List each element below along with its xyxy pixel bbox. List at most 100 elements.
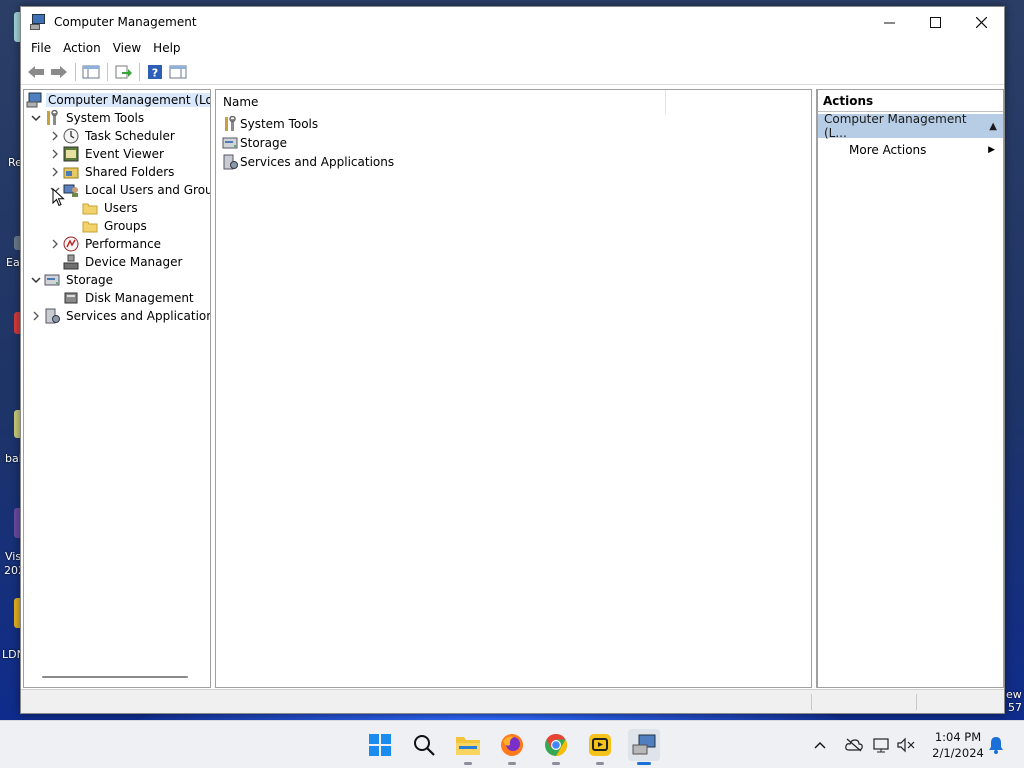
onedrive-button[interactable] [838, 738, 870, 752]
device-manager-icon [63, 254, 79, 270]
search-icon [414, 735, 435, 756]
ldplayer-button[interactable] [584, 729, 616, 765]
chevron-down-icon[interactable] [30, 271, 42, 289]
desktop-label: 57 [1008, 701, 1022, 714]
disk-management-icon [63, 290, 79, 306]
toolbar-separator [107, 62, 108, 81]
chevron-right-icon[interactable] [49, 163, 61, 181]
results-pane[interactable]: Name System Tools Storage Services and A… [215, 89, 812, 688]
tree-item-services-apps[interactable]: Services and Applications [30, 307, 211, 325]
tree-item-root[interactable]: Computer Management (Local [26, 91, 210, 109]
actions-pane: Actions Computer Management (L... ▲ More… [816, 89, 1004, 688]
folder-icon [82, 200, 98, 216]
close-button[interactable] [958, 7, 1004, 37]
title-bar[interactable]: Computer Management [21, 7, 1004, 37]
tree-label: Computer Management (Local [46, 93, 210, 107]
shared-folder-icon [63, 164, 79, 180]
mouse-cursor-icon [52, 188, 65, 207]
file-explorer-button[interactable] [452, 729, 484, 765]
horizontal-scrollbar[interactable] [42, 676, 188, 678]
more-actions-item[interactable]: More Actions ▶ [818, 138, 1003, 162]
computer-management-icon [632, 734, 656, 755]
help-button[interactable]: ? [144, 62, 166, 82]
tree-item-event-viewer[interactable]: Event Viewer [49, 145, 166, 163]
tree-item-shared-folders[interactable]: Shared Folders [49, 163, 176, 181]
desktop-label: ew [1006, 688, 1022, 701]
close-icon [975, 16, 987, 28]
console-tree[interactable]: Computer Management (Local System Tools … [23, 89, 211, 688]
maximize-button[interactable] [912, 7, 958, 37]
list-item-label: System Tools [240, 116, 319, 131]
chrome-button[interactable] [540, 729, 572, 765]
notifications-button[interactable] [988, 736, 1004, 757]
menu-help[interactable]: Help [147, 41, 186, 55]
status-divider [811, 694, 812, 710]
desktop-label: Vis [5, 550, 22, 563]
list-item[interactable]: Services and Applications [216, 152, 811, 171]
column-header-name[interactable]: Name [216, 90, 666, 114]
running-indicator [464, 762, 472, 765]
volume-button[interactable] [894, 737, 918, 753]
show-hide-action-pane-button[interactable] [167, 62, 189, 82]
running-indicator [596, 762, 604, 765]
computer-management-window: Computer Management File Action View Hel… [20, 6, 1005, 714]
help-icon: ? [148, 64, 162, 79]
window-title: Computer Management [54, 15, 197, 29]
minimize-button[interactable] [866, 7, 912, 37]
tree-item-disk-management[interactable]: Disk Management [61, 289, 196, 307]
network-button[interactable] [870, 737, 894, 753]
clock[interactable]: 1:04 PM 2/1/2024 [930, 729, 986, 761]
cloud-offline-icon [845, 738, 863, 752]
folder-icon [82, 218, 98, 234]
list-item[interactable]: Storage [216, 133, 811, 152]
chevron-right-icon[interactable] [49, 145, 61, 163]
chevron-right-icon[interactable] [49, 127, 61, 145]
actions-section-computer-management[interactable]: Computer Management (L... ▲ [818, 112, 1003, 140]
tree-label: System Tools [66, 111, 145, 125]
tree-label: Shared Folders [85, 165, 175, 179]
chevron-right-icon[interactable] [30, 307, 42, 325]
back-button[interactable] [25, 62, 47, 82]
show-hide-console-tree-button[interactable] [80, 62, 102, 82]
list-item[interactable]: System Tools [216, 114, 811, 133]
tree-item-performance[interactable]: Performance [49, 235, 163, 253]
search-button[interactable] [408, 729, 440, 761]
tree-label: Services and Applications [66, 309, 211, 323]
actions-header: Actions [818, 90, 1003, 112]
tree-item-storage[interactable]: Storage [30, 271, 115, 289]
show-hidden-icons-button[interactable] [810, 741, 830, 749]
storage-icon [44, 272, 60, 288]
firefox-button[interactable] [496, 729, 528, 765]
menu-action[interactable]: Action [57, 41, 107, 55]
tree-item-users[interactable]: Users [80, 199, 140, 217]
tree-item-device-manager[interactable]: Device Manager [61, 253, 184, 271]
start-button[interactable] [364, 729, 396, 761]
clock-time: 1:04 PM [934, 730, 982, 744]
computer-management-taskbar-button[interactable] [628, 729, 660, 765]
actions-section-label: Computer Management (L... [824, 112, 967, 140]
active-indicator [637, 762, 651, 765]
collapse-up-icon[interactable]: ▲ [989, 121, 997, 132]
tree-label: Device Manager [85, 255, 183, 269]
forward-button[interactable] [48, 62, 70, 82]
tree-item-groups[interactable]: Groups [80, 217, 149, 235]
tree-item-local-users-groups[interactable]: Local Users and Groups [49, 181, 210, 199]
minimize-icon [883, 22, 895, 23]
event-viewer-icon [63, 146, 79, 162]
chevron-down-icon[interactable] [30, 109, 42, 127]
tree-item-task-scheduler[interactable]: Task Scheduler [49, 127, 177, 145]
system-tools-icon [44, 109, 60, 126]
ldplayer-icon [589, 734, 611, 756]
more-actions-label: More Actions [849, 143, 927, 157]
services-apps-icon [44, 308, 60, 324]
svg-text:?: ? [152, 66, 158, 79]
chevron-right-icon[interactable] [49, 235, 61, 253]
export-list-button[interactable] [112, 62, 134, 82]
tree-item-system-tools[interactable]: System Tools [30, 109, 146, 127]
menu-file[interactable]: File [25, 41, 57, 55]
menu-view[interactable]: View [107, 41, 147, 55]
clock-date: 2/1/2024 [932, 746, 984, 760]
running-indicator [508, 762, 516, 765]
desktop-label: Ea [6, 256, 20, 269]
tree-label: Storage [66, 273, 113, 287]
